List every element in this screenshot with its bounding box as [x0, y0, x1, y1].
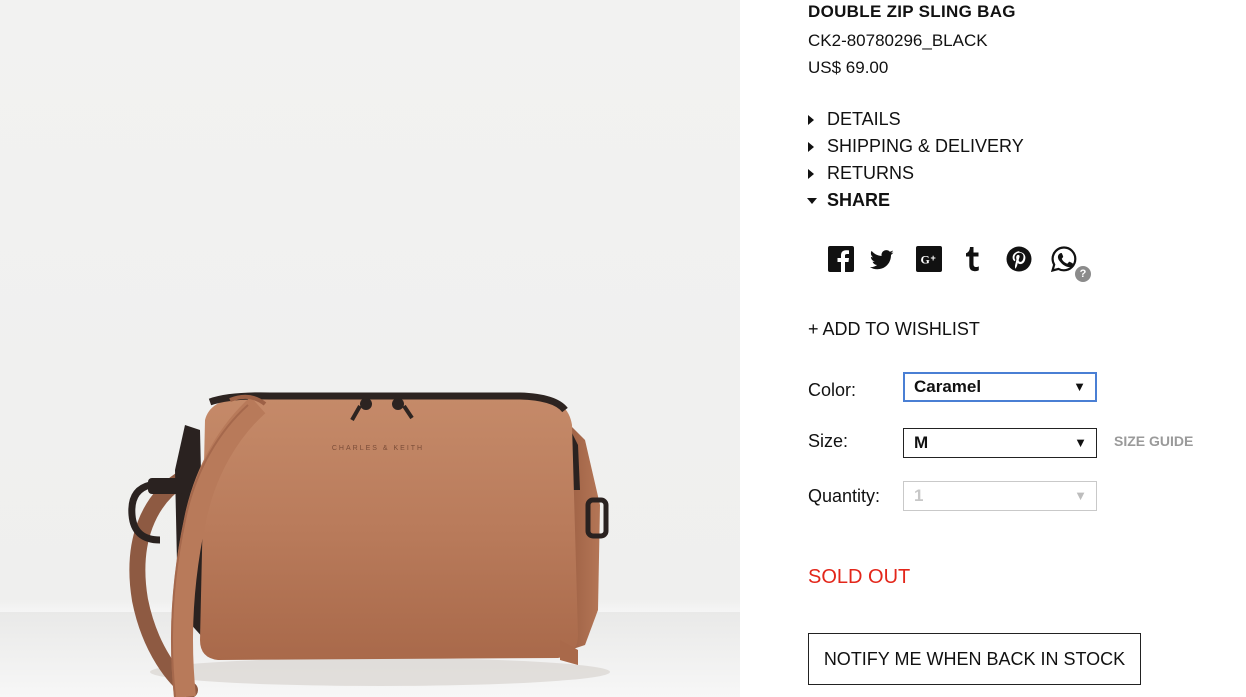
- brand-stamp: CHARLES & KEITH: [332, 445, 424, 452]
- tumblr-icon[interactable]: [962, 246, 990, 274]
- dropdown-arrow-icon: ▼: [1073, 379, 1086, 394]
- accordion-label: SHIPPING & DELIVERY: [827, 136, 1024, 156]
- product-image: CHARLES & KEITH: [0, 0, 740, 697]
- caret-down-icon: [807, 197, 817, 204]
- help-icon[interactable]: ?: [1075, 266, 1091, 282]
- caret-right-icon: [808, 168, 816, 179]
- accordion-details[interactable]: DETAILS: [808, 109, 901, 130]
- size-label: Size:: [808, 431, 849, 451]
- accordion-returns[interactable]: RETURNS: [808, 163, 914, 184]
- caret-right-icon: [808, 114, 816, 125]
- accordion-label: SHARE: [827, 190, 891, 210]
- sling-bag-illustration: CHARLES & KEITH: [0, 392, 740, 697]
- caret-right-icon: [808, 141, 816, 152]
- dropdown-arrow-icon: ▼: [1074, 435, 1087, 450]
- size-select-value: M: [914, 433, 929, 452]
- quantity-select: 1 ▼: [903, 481, 1097, 511]
- svg-text:G: G: [921, 253, 930, 267]
- color-select[interactable]: Caramel ▼: [903, 372, 1097, 402]
- color-select-value: Caramel: [914, 377, 982, 396]
- google-plus-icon[interactable]: G +: [916, 246, 944, 274]
- pinterest-icon[interactable]: [1006, 246, 1034, 274]
- size-select[interactable]: M ▼: [903, 428, 1097, 458]
- accordion-share[interactable]: SHARE: [807, 190, 891, 211]
- add-to-wishlist-link[interactable]: + ADD TO WISHLIST: [808, 319, 980, 340]
- accordion-label: DETAILS: [827, 109, 901, 129]
- notify-me-button[interactable]: NOTIFY ME WHEN BACK IN STOCK: [808, 633, 1141, 685]
- product-price: US$ 69.00: [808, 58, 889, 77]
- quantity-select-value: 1: [914, 486, 924, 505]
- quantity-label: Quantity:: [808, 486, 881, 506]
- accordion-label: RETURNS: [827, 163, 915, 183]
- accordion-shipping[interactable]: SHIPPING & DELIVERY: [808, 136, 1024, 157]
- color-label: Color:: [808, 380, 857, 400]
- product-sku: CK2-80780296_BLACK: [808, 31, 988, 50]
- product-title: DOUBLE ZIP SLING BAG: [808, 2, 1016, 21]
- sold-out-status: SOLD OUT: [808, 566, 911, 588]
- size-guide-link[interactable]: SIZE GUIDE: [1114, 433, 1193, 449]
- dropdown-arrow-icon: ▼: [1074, 488, 1087, 503]
- svg-text:+: +: [931, 253, 936, 263]
- twitter-icon[interactable]: [869, 249, 898, 277]
- facebook-icon[interactable]: [828, 246, 856, 274]
